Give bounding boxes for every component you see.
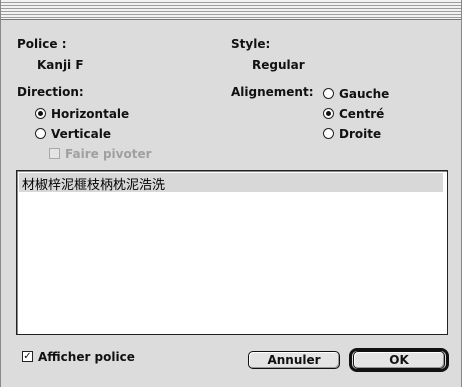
direction-option-label: Horizontale	[51, 107, 130, 121]
ok-button[interactable]: OK	[353, 351, 445, 369]
show-font-checkbox[interactable]: ✓	[22, 351, 33, 362]
font-label: Police :	[17, 37, 67, 51]
cancel-button[interactable]: Annuler	[248, 351, 340, 369]
radio-button-center[interactable]	[323, 108, 334, 119]
alignment-option-label: Centré	[339, 107, 385, 121]
style-value: Regular	[252, 58, 305, 72]
show-font-checkbox-label: Afficher police	[38, 350, 135, 364]
alignment-option-label: Droite	[339, 127, 382, 141]
radio-button-left[interactable]	[323, 88, 334, 99]
radio-button-vertical[interactable]	[35, 128, 46, 139]
preview-text-area[interactable]: 材椒梓泥榧枝柄枕泥浩洗	[16, 170, 448, 335]
alignment-label: Alignement:	[231, 85, 314, 99]
preview-text: 材椒梓泥榧枝柄枕泥浩洗	[22, 178, 166, 193]
radio-button-right[interactable]	[323, 128, 334, 139]
rotate-checkbox-label: Faire pivoter	[65, 147, 152, 161]
rotate-checkbox	[49, 148, 60, 159]
direction-option-label: Verticale	[51, 127, 111, 141]
direction-label: Direction:	[17, 85, 84, 99]
radio-button-horizontal[interactable]	[35, 108, 46, 119]
font-value: Kanji F	[37, 58, 84, 72]
window-title-bar[interactable]	[0, 0, 462, 20]
alignment-option-label: Gauche	[339, 87, 390, 101]
style-label: Style:	[231, 37, 271, 51]
